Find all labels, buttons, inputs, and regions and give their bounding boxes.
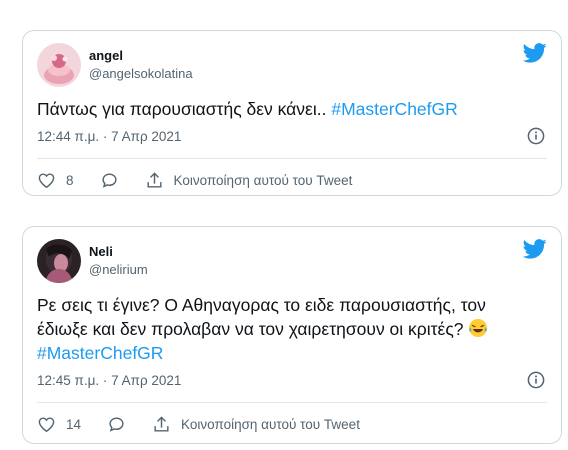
like-count: 8	[66, 172, 74, 188]
avatar[interactable]	[37, 239, 81, 283]
share-icon	[146, 171, 162, 188]
heart-icon	[38, 416, 55, 432]
display-name[interactable]: angel	[89, 47, 193, 65]
reply-icon	[109, 416, 124, 432]
twitter-bird-icon[interactable]	[523, 239, 547, 259]
divider	[37, 402, 547, 403]
heart-icon	[38, 172, 55, 188]
tweet-timestamp[interactable]: 12:44 π.μ. · 7 Απρ 2021	[37, 129, 181, 144]
share-label: Κοινοποίηση αυτού του Tweet	[181, 416, 360, 432]
tweet-timestamp[interactable]: 12:45 π.μ. · 7 Απρ 2021	[37, 373, 181, 388]
tweet-actions: 8 Κοινοποίηση αυτού του Tweet	[37, 169, 352, 191]
like-button[interactable]: 14	[37, 415, 81, 434]
divider	[37, 158, 547, 159]
tweet-card[interactable]: angel @angelsokolatina Πάντως για παρουσ…	[22, 30, 562, 196]
tweet-header: angel @angelsokolatina	[37, 43, 193, 87]
like-count: 14	[66, 416, 82, 432]
twitter-bird-icon[interactable]	[523, 43, 547, 63]
user-handle[interactable]: @nelirium	[89, 261, 148, 279]
tweet-header: Neli @nelirium	[37, 239, 148, 283]
tweet-body-line: Ρε σεις τι έγινε? Ο Αθηναγορας το ειδε π…	[37, 295, 486, 315]
hashtag-link[interactable]: #MasterChefGR	[331, 99, 457, 119]
tweet-actions: 14 Κοινοποίηση αυτού του Tweet	[37, 413, 360, 435]
reply-button[interactable]	[107, 415, 126, 434]
tweet-body: Πάντως για παρουσιαστής δεν κάνει..	[37, 99, 332, 119]
display-name[interactable]: Neli	[89, 243, 148, 261]
hashtag-link[interactable]: #MasterChefGR	[37, 341, 545, 365]
share-label: Κοινοποίηση αυτού του Tweet	[173, 172, 353, 188]
avatar[interactable]	[37, 43, 81, 87]
tweet-card[interactable]: Neli @nelirium Ρε σεις τι έγινε? Ο Αθηνα…	[22, 226, 562, 444]
share-button[interactable]: Κοινοποίηση αυτού του Tweet	[145, 171, 353, 190]
share-button[interactable]: Κοινοποίηση αυτού του Tweet	[152, 415, 360, 434]
share-icon	[154, 415, 169, 432]
info-icon[interactable]	[527, 371, 545, 389]
like-button[interactable]: 8	[37, 171, 74, 190]
tweet-text: Ρε σεις τι έγινε? Ο Αθηναγορας το ειδε π…	[37, 293, 545, 365]
user-handle[interactable]: @angelsokolatina	[89, 65, 193, 83]
tweet-body-line: έδιωξε και δεν προλαβαν να τον χαιρετησο…	[37, 319, 464, 339]
info-icon[interactable]	[527, 127, 545, 145]
laughing-tears-emoji-icon	[468, 319, 487, 337]
reply-icon	[101, 172, 117, 188]
reply-button[interactable]	[100, 171, 119, 190]
tweet-text: Πάντως για παρουσιαστής δεν κάνει.. #Mas…	[37, 97, 545, 121]
